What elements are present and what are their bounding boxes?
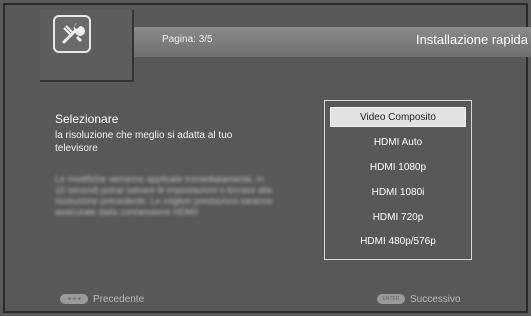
- option-hdmi-720p[interactable]: HDMI 720p: [330, 208, 466, 228]
- option-video-composito[interactable]: Video Composito: [330, 107, 466, 127]
- next-button[interactable]: ENTER Successivo: [377, 294, 461, 305]
- prompt-title: Selezionare: [55, 112, 119, 126]
- option-hdmi-480p-576p[interactable]: HDMI 480p/576p: [330, 232, 466, 252]
- option-hdmi-1080p[interactable]: HDMI 1080p: [330, 158, 466, 178]
- enter-key-icon: ENTER: [377, 294, 405, 305]
- header-bar: Pagina: 3/5 Installazione rapida: [134, 27, 531, 57]
- previous-button[interactable]: ◄◄◄ Precedente: [60, 294, 144, 305]
- screen-frame: Pagina: 3/5 Installazione rapida Selezio…: [3, 3, 531, 315]
- next-label: Successivo: [410, 294, 461, 305]
- settings-wrench-icon: [53, 15, 91, 53]
- main-content: Selezionare la risoluzione che meglio si…: [5, 82, 530, 315]
- blurred-note: Le modifiche verranno applicate immediat…: [55, 174, 273, 217]
- option-hdmi-1080i[interactable]: HDMI 1080i: [330, 183, 466, 203]
- page-title: Installazione rapida: [415, 32, 528, 47]
- option-hdmi-auto[interactable]: HDMI Auto: [330, 133, 466, 153]
- resolution-list: Video Composito HDMI Auto HDMI 1080p HDM…: [324, 100, 472, 260]
- page-indicator: Pagina: 3/5: [162, 34, 213, 45]
- previous-key-icon: ◄◄◄: [60, 294, 88, 305]
- logo-panel: [40, 10, 134, 82]
- previous-label: Precedente: [93, 294, 145, 305]
- prompt-description: la risoluzione che meglio si adatta al t…: [55, 130, 233, 154]
- setup-screen: Pagina: 3/5 Installazione rapida Selezio…: [0, 0, 531, 316]
